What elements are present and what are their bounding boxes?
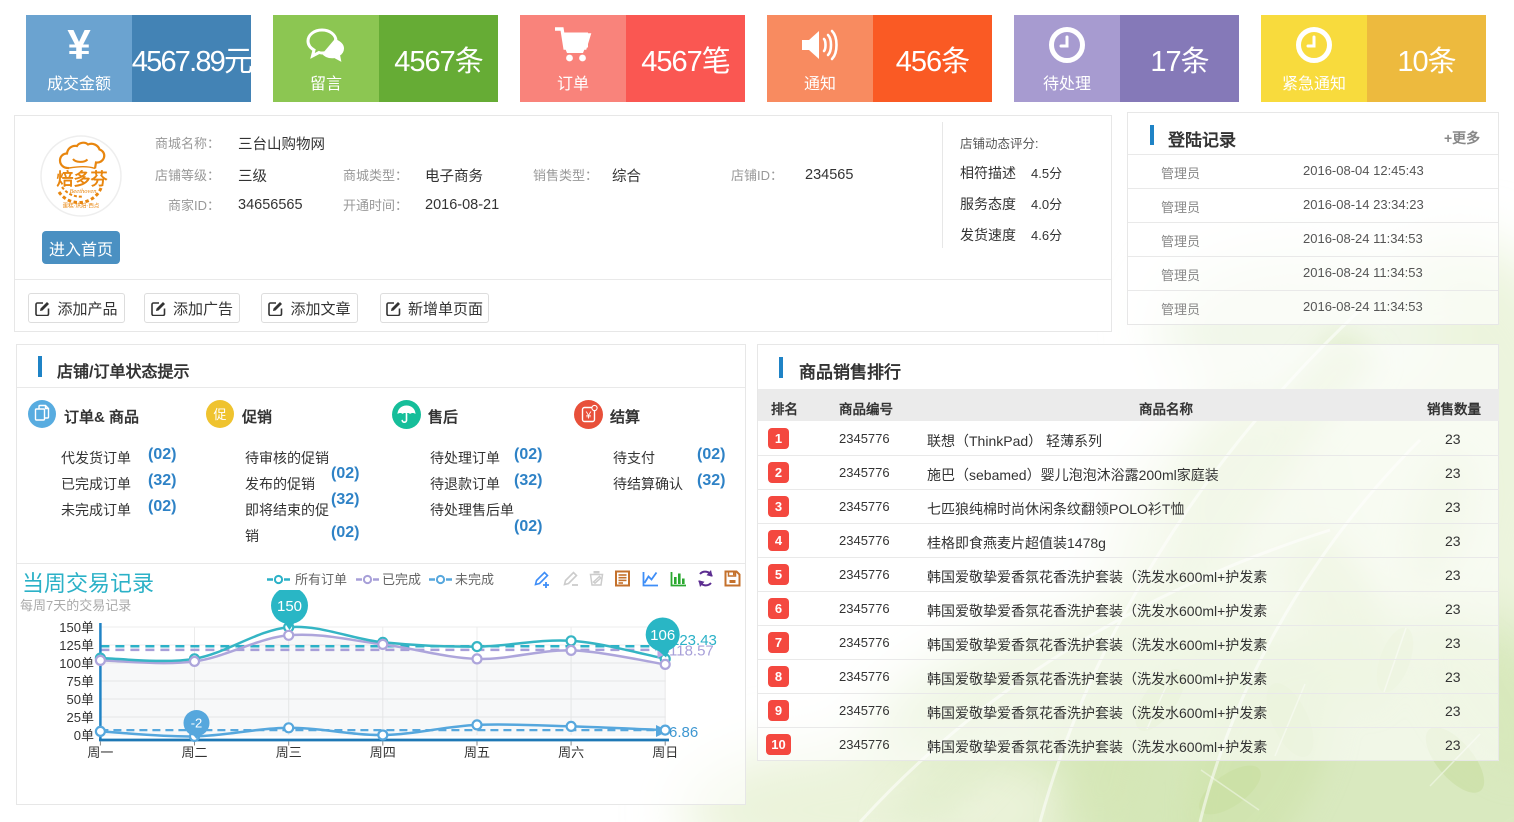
svg-text:¥: ¥	[585, 411, 592, 422]
svg-text:周五: 周五	[464, 745, 490, 760]
svg-text:周四: 周四	[370, 745, 396, 760]
svg-text:0单: 0单	[74, 728, 94, 743]
svg-text:125单: 125单	[59, 638, 94, 653]
svg-text:Beethoven: Beethoven	[69, 188, 96, 195]
svg-text:周三: 周三	[276, 745, 302, 760]
svg-text:6.86: 6.86	[669, 724, 698, 741]
svg-text:75单: 75单	[67, 674, 94, 689]
svg-text:25单: 25单	[67, 710, 94, 725]
svg-text:周六: 周六	[558, 745, 584, 760]
svg-text:150: 150	[277, 598, 302, 615]
svg-text:106: 106	[650, 627, 675, 644]
svg-text:150单: 150单	[59, 620, 94, 635]
svg-text:周二: 周二	[181, 745, 207, 760]
svg-text:周一: 周一	[87, 745, 113, 760]
svg-text:促: 促	[213, 407, 226, 422]
svg-text:周日: 周日	[652, 745, 678, 760]
svg-text:100单: 100单	[59, 656, 94, 671]
svg-text:50单: 50单	[67, 692, 94, 707]
svg-text:蛋糕·烘焙·西点: 蛋糕·烘焙·西点	[63, 202, 100, 210]
svg-text:-2: -2	[191, 716, 203, 731]
